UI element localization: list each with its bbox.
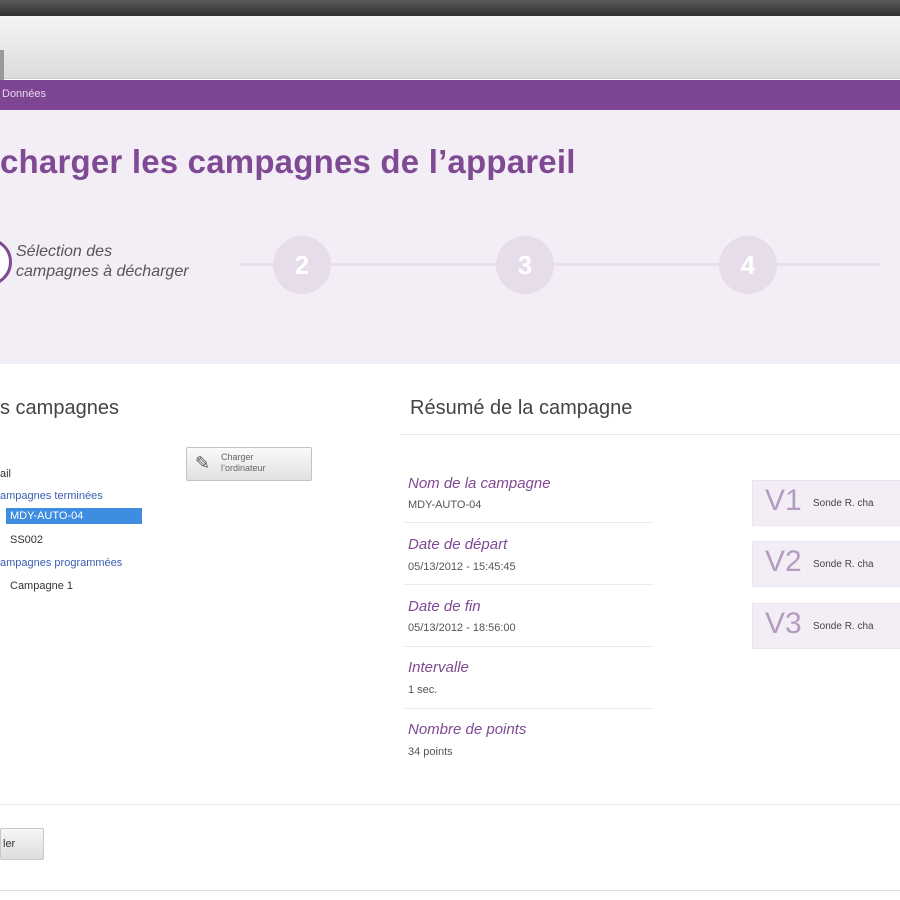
tree-item[interactable]: SS002	[10, 534, 43, 546]
channel-card-v2: V2 Sonde R. cha	[752, 541, 900, 587]
end-date-value: 05/13/2012 - 18:56:00	[408, 622, 516, 634]
footer-button-label: ler	[3, 838, 16, 850]
channel-description: Sonde R. cha	[813, 621, 874, 632]
end-date-label: Date de fin	[408, 598, 481, 615]
page-title: charger les campagnes de l’appareil	[0, 143, 576, 180]
import-button-label: Charger l’ordinateur	[221, 452, 266, 474]
channel-card-v3: V3 Sonde R. cha	[752, 603, 900, 649]
field-separator	[404, 708, 654, 709]
summary-section-title: Résumé de la campagne	[410, 397, 633, 419]
step-4-indicator: 4	[719, 236, 777, 294]
field-separator	[404, 522, 654, 523]
points-count-value: 34 points	[408, 746, 453, 758]
import-button-label-line-1: Charger	[221, 452, 254, 462]
breadcrumb[interactable]: Données	[2, 88, 46, 100]
step-2-indicator: 2	[273, 236, 331, 294]
channel-description: Sonde R. cha	[813, 498, 874, 509]
step-connector	[240, 263, 880, 266]
channel-name: V3	[765, 607, 802, 640]
field-separator	[404, 584, 654, 585]
toolbar-edge-control[interactable]	[0, 50, 4, 80]
import-to-computer-button[interactable]: ✎ Charger l’ordinateur	[186, 447, 312, 481]
channel-name: V2	[765, 545, 802, 578]
footer-button[interactable]: ler	[0, 828, 44, 860]
footer-separator	[0, 804, 900, 805]
step-1-indicator	[0, 238, 12, 286]
tree-item-selected[interactable]: MDY-AUTO-04	[6, 508, 142, 524]
window-title-bar	[0, 0, 900, 16]
campaign-name-label: Nom de la campagne	[408, 475, 551, 492]
start-date-value: 05/13/2012 - 15:45:45	[408, 561, 516, 573]
tree-root[interactable]: ail	[0, 468, 11, 480]
summary-divider	[400, 434, 900, 435]
field-separator	[404, 646, 654, 647]
pen-icon: ✎	[195, 453, 211, 473]
step-1-label-line-2: campagnes à décharger	[16, 263, 189, 280]
step-1-label-line-1: Sélection des	[16, 243, 113, 260]
points-count-label: Nombre de points	[408, 721, 527, 738]
step-3-indicator: 3	[496, 236, 554, 294]
interval-value: 1 sec.	[408, 684, 438, 696]
import-button-label-line-2: l’ordinateur	[221, 463, 266, 473]
tree-item[interactable]: Campagne 1	[10, 580, 73, 592]
tree-group-scheduled[interactable]: ampagnes programmées	[0, 557, 122, 569]
interval-label: Intervalle	[408, 659, 469, 676]
campaign-name-value: MDY-AUTO-04	[408, 499, 482, 511]
wizard-stepper: Sélection des campagnes à décharger 2 3 …	[0, 230, 900, 300]
channel-name: V1	[765, 484, 802, 517]
navigation-bar: Données	[0, 80, 900, 110]
browser-toolbar	[0, 16, 900, 80]
campaigns-section-title: s campagnes	[0, 397, 119, 419]
channel-description: Sonde R. cha	[813, 559, 874, 570]
start-date-label: Date de départ	[408, 536, 508, 553]
channel-card-v1: V1 Sonde R. cha	[752, 480, 900, 526]
footer-bottom-line	[0, 890, 900, 891]
step-1-label: Sélection des campagnes à décharger	[16, 242, 189, 282]
tree-group-recorded[interactable]: ampagnes terminées	[0, 490, 103, 502]
